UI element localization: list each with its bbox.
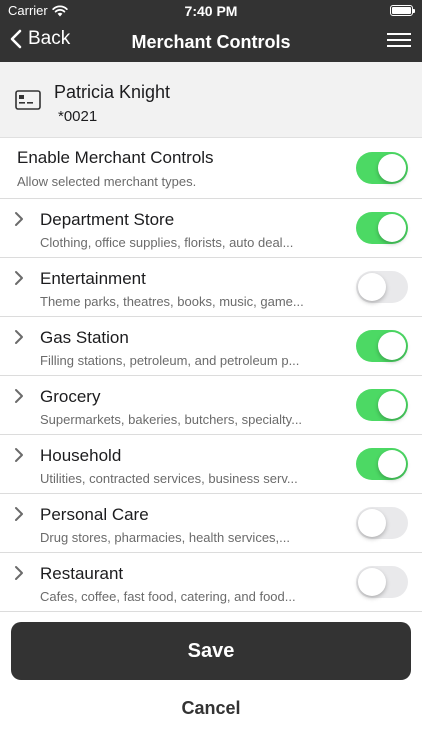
save-button[interactable]: Save bbox=[11, 622, 411, 680]
category-row-personal-care[interactable]: Personal Care Drug stores, pharmacies, h… bbox=[0, 494, 422, 553]
chevron-right-icon bbox=[15, 330, 23, 344]
category-subtitle: Filling stations, petroleum, and petrole… bbox=[40, 353, 300, 368]
category-row-restaurant[interactable]: Restaurant Cafes, coffee, fast food, cat… bbox=[0, 553, 422, 612]
department-store-toggle[interactable] bbox=[356, 212, 408, 244]
category-title: Restaurant bbox=[40, 564, 124, 583]
grocery-toggle[interactable] bbox=[356, 389, 408, 421]
enable-merchant-controls-toggle[interactable] bbox=[356, 152, 408, 184]
category-title: Department Store bbox=[40, 210, 175, 229]
category-subtitle: Cafes, coffee, fast food, catering, and … bbox=[40, 589, 296, 604]
category-subtitle: Drug stores, pharmacies, health services… bbox=[40, 530, 290, 545]
card-number: *0021 bbox=[58, 108, 98, 125]
category-list: Department Store Clothing, office suppli… bbox=[0, 199, 422, 612]
category-title: Grocery bbox=[40, 387, 101, 406]
chevron-right-icon bbox=[15, 389, 23, 403]
category-row-gas-station[interactable]: Gas Station Filling stations, petroleum,… bbox=[0, 317, 422, 376]
cancel-button[interactable]: Cancel bbox=[0, 698, 422, 719]
category-subtitle: Theme parks, theatres, books, music, gam… bbox=[40, 294, 304, 309]
category-subtitle: Clothing, office supplies, florists, aut… bbox=[40, 235, 294, 250]
category-title: Household bbox=[40, 446, 122, 465]
navigation-bar: Back Merchant Controls bbox=[0, 22, 422, 62]
household-toggle[interactable] bbox=[356, 448, 408, 480]
category-subtitle: Utilities, contracted services, business… bbox=[40, 471, 298, 486]
chevron-right-icon bbox=[15, 448, 23, 462]
category-row-department-store[interactable]: Department Store Clothing, office suppli… bbox=[0, 199, 422, 258]
credit-card-icon bbox=[15, 90, 41, 110]
category-title: Entertainment bbox=[40, 269, 146, 288]
entertainment-toggle[interactable] bbox=[356, 271, 408, 303]
enable-title: Enable Merchant Controls bbox=[17, 148, 214, 167]
page-title: Merchant Controls bbox=[131, 32, 291, 52]
chevron-right-icon bbox=[15, 271, 23, 285]
category-title: Personal Care bbox=[40, 505, 149, 524]
top-bar: Carrier 7:40 PM Back Merchant Controls bbox=[0, 0, 422, 62]
chevron-right-icon bbox=[15, 507, 23, 521]
chevron-right-icon bbox=[15, 566, 23, 580]
category-title: Gas Station bbox=[40, 328, 129, 347]
category-row-grocery[interactable]: Grocery Supermarkets, bakeries, butchers… bbox=[0, 376, 422, 435]
category-subtitle: Supermarkets, bakeries, butchers, specia… bbox=[40, 412, 303, 427]
enable-merchant-controls-row: Enable Merchant Controls Allow selected … bbox=[0, 138, 422, 199]
category-row-entertainment[interactable]: Entertainment Theme parks, theatres, boo… bbox=[0, 258, 422, 317]
status-bar: Carrier 7:40 PM bbox=[0, 0, 422, 22]
card-header: Patricia Knight *0021 bbox=[0, 62, 422, 138]
category-row-household[interactable]: Household Utilities, contracted services… bbox=[0, 435, 422, 494]
battery-icon bbox=[390, 5, 415, 16]
restaurant-toggle[interactable] bbox=[356, 566, 408, 598]
personal-care-toggle[interactable] bbox=[356, 507, 408, 539]
enable-subtitle: Allow selected merchant types. bbox=[17, 174, 197, 189]
chevron-right-icon bbox=[15, 212, 23, 226]
gas-station-toggle[interactable] bbox=[356, 330, 408, 362]
hamburger-menu-icon[interactable] bbox=[387, 33, 411, 49]
status-time: 7:40 PM bbox=[184, 3, 238, 19]
cardholder-name: Patricia Knight bbox=[54, 82, 171, 102]
